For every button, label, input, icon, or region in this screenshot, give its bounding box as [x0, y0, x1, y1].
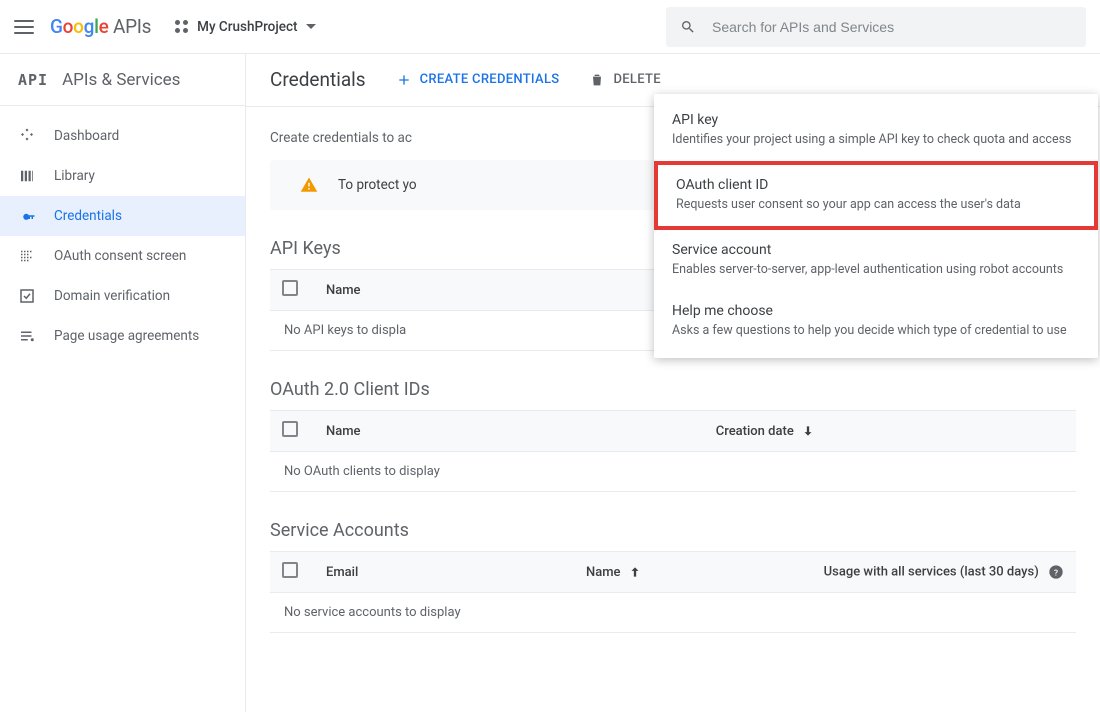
sidebar-item-label: Library: [54, 168, 95, 184]
sidebar-item-credentials[interactable]: Credentials: [0, 196, 245, 236]
sidebar-item-domain-verification[interactable]: Domain verification: [0, 276, 245, 316]
sidebar-item-label: Dashboard: [54, 128, 119, 144]
search-box[interactable]: [666, 7, 1086, 47]
sidebar: API APIs & Services Dashboard Library Cr…: [0, 54, 246, 712]
select-all-checkbox[interactable]: [282, 421, 298, 437]
menu-item-service-account[interactable]: Service account Enables server-to-server…: [654, 230, 1098, 291]
trash-icon: [589, 72, 605, 88]
topbar: Google APIs My CrushProject: [0, 0, 1100, 54]
api-logo-icon: API: [18, 71, 48, 89]
col-creation-date[interactable]: Creation date: [704, 411, 1016, 452]
main-content: Credentials Create Credentials Delete Cr…: [246, 54, 1100, 712]
delete-button[interactable]: Delete: [589, 72, 660, 88]
section-oauth-heading: OAuth 2.0 Client IDs: [270, 379, 1076, 400]
menu-item-desc: Requests user consent so your app can ac…: [676, 197, 1076, 212]
menu-item-title: API key: [672, 112, 1080, 128]
menu-item-desc: Asks a few questions to help you decide …: [672, 323, 1080, 338]
dashboard-icon: [18, 127, 36, 145]
service-accounts-empty: No service accounts to display: [270, 593, 1076, 633]
sidebar-heading[interactable]: API APIs & Services: [0, 54, 245, 106]
col-email[interactable]: Email: [314, 552, 574, 593]
menu-item-desc: Enables server-to-server, app-level auth…: [672, 262, 1080, 277]
sidebar-item-label: Credentials: [54, 208, 122, 224]
search-icon: [680, 19, 696, 35]
warning-icon: [300, 176, 318, 194]
project-selector[interactable]: My CrushProject: [175, 19, 315, 35]
sidebar-item-dashboard[interactable]: Dashboard: [0, 116, 245, 156]
sidebar-item-label: Page usage agreements: [54, 328, 199, 344]
section-service-accounts-heading: Service Accounts: [270, 520, 1076, 541]
sidebar-item-label: OAuth consent screen: [54, 248, 186, 264]
help-icon[interactable]: ?: [1048, 564, 1064, 580]
sidebar-item-label: Domain verification: [54, 288, 170, 304]
select-all-checkbox[interactable]: [282, 562, 298, 578]
page-title: Credentials: [270, 68, 366, 91]
library-icon: [18, 167, 36, 185]
plus-icon: [396, 72, 412, 88]
arrow-up-icon: [628, 565, 642, 579]
project-name: My CrushProject: [197, 19, 297, 35]
create-credentials-button[interactable]: Create Credentials: [396, 72, 560, 88]
sidebar-item-oauth-consent[interactable]: OAuth consent screen: [0, 236, 245, 276]
chevron-down-icon: [306, 24, 316, 29]
sidebar-title: APIs & Services: [62, 70, 180, 90]
search-input[interactable]: [710, 18, 1072, 36]
menu-icon[interactable]: [14, 17, 34, 37]
create-credentials-label: Create Credentials: [420, 72, 560, 87]
key-icon: [18, 207, 36, 225]
consent-icon: [18, 247, 36, 265]
sidebar-nav: Dashboard Library Credentials OAuth cons…: [0, 106, 245, 356]
check-box-icon: [18, 287, 36, 305]
menu-item-oauth-client-id[interactable]: OAuth client ID Requests user consent so…: [654, 161, 1098, 230]
oauth-table: Name Creation date: [270, 410, 1076, 452]
infobar-text: To protect yo: [338, 177, 417, 193]
sidebar-item-page-usage[interactable]: Page usage agreements: [0, 316, 245, 356]
col-name[interactable]: Name: [314, 411, 462, 452]
col-name[interactable]: Name: [574, 552, 690, 593]
menu-item-title: OAuth client ID: [676, 177, 1076, 193]
project-icon: [175, 20, 189, 34]
svg-text:?: ?: [1054, 568, 1058, 578]
col-name[interactable]: Name: [314, 270, 562, 311]
agreement-icon: [18, 327, 36, 345]
select-all-checkbox[interactable]: [282, 280, 298, 296]
service-accounts-table: Email Name Usage with all services (last…: [270, 551, 1076, 593]
menu-item-title: Service account: [672, 242, 1080, 258]
sidebar-item-library[interactable]: Library: [0, 156, 245, 196]
oauth-empty: No OAuth clients to display: [270, 452, 1076, 492]
col-usage[interactable]: Usage with all services (last 30 days) ?: [690, 552, 1076, 593]
arrow-down-icon: [801, 424, 815, 438]
menu-item-help-me-choose[interactable]: Help me choose Asks a few questions to h…: [654, 291, 1098, 352]
google-apis-logo[interactable]: Google APIs: [50, 15, 151, 38]
menu-item-api-key[interactable]: API key Identifies your project using a …: [654, 100, 1098, 161]
menu-item-title: Help me choose: [672, 303, 1080, 319]
create-credentials-menu: API key Identifies your project using a …: [654, 94, 1098, 358]
menu-item-desc: Identifies your project using a simple A…: [672, 132, 1080, 147]
delete-label: Delete: [613, 72, 660, 87]
